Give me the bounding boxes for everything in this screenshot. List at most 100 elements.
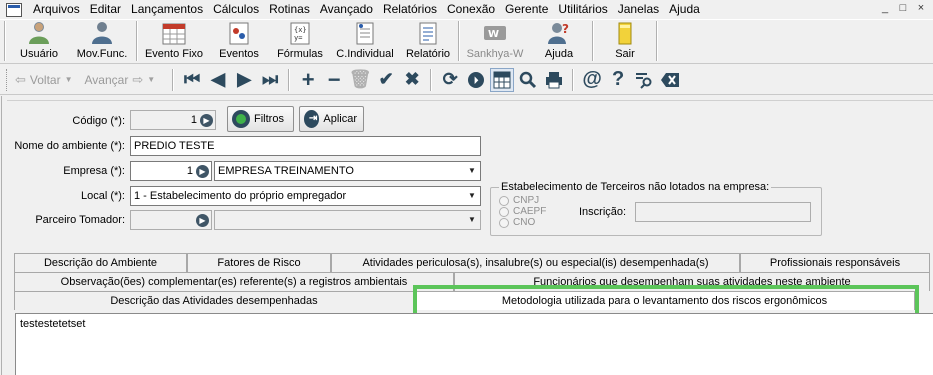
grid-view-icon[interactable] — [490, 67, 515, 92]
tab-profissionais-responsaveis[interactable]: Profissionais responsáveis — [740, 253, 930, 272]
menu-rotinas[interactable]: Rotinas — [264, 0, 315, 19]
menu-janelas[interactable]: Janelas — [613, 0, 664, 19]
toolbar-grip — [4, 21, 6, 61]
cancel-icon[interactable]: ✖ — [400, 68, 424, 92]
last-record-icon[interactable]: ⏭ — [258, 68, 282, 92]
app-icon[interactable] — [6, 2, 22, 17]
local-label: Local (*): — [80, 190, 125, 202]
chevron-down-icon[interactable]: ▼ — [464, 211, 480, 229]
tab-fatores-risco[interactable]: Fatores de Risco — [187, 253, 331, 272]
tab-descricao-atividades[interactable]: Descrição das Atividades desempenhadas — [14, 291, 414, 310]
employee-move-icon — [89, 21, 115, 45]
empresa-select[interactable]: EMPRESA TREINAMENTO ▼ — [214, 161, 481, 181]
aplicar-button[interactable]: ⇥ Aplicar — [299, 106, 364, 132]
window-controls: _ □ × — [877, 2, 929, 16]
print-icon[interactable] — [542, 68, 566, 92]
back-dropdown-icon[interactable]: ▼ — [65, 75, 73, 84]
menu-ajuda[interactable]: Ajuda — [664, 0, 705, 19]
restore-button[interactable]: □ — [895, 2, 911, 16]
evento-fixo-button[interactable]: Evento Fixo — [140, 20, 208, 63]
ajuda-button[interactable]: ? Ajuda — [528, 20, 590, 63]
mov-func-button[interactable]: Mov.Func. — [70, 20, 134, 63]
help-question-icon[interactable]: ? — [606, 68, 630, 92]
eventos-button[interactable]: Eventos — [208, 20, 270, 63]
next-record-icon[interactable]: ▶ — [232, 68, 256, 92]
tab-descricao-ambiente[interactable]: Descrição do Ambiente — [14, 253, 187, 272]
delete-icon[interactable]: 🗑 — [348, 68, 372, 92]
minimize-button[interactable]: _ — [877, 2, 893, 16]
help-icon: ? — [546, 21, 572, 45]
usuario-button[interactable]: Usuário — [8, 20, 70, 63]
codigo-lookup-icon[interactable]: ▶ — [200, 114, 213, 127]
terceiros-title: Estabelecimento de Terceiros não lotados… — [499, 181, 772, 193]
toolbar-separator — [430, 68, 433, 91]
codigo-label: Código (*): — [72, 115, 125, 127]
sankhya-w-button[interactable]: W Sankhya-W — [462, 20, 528, 63]
close-button[interactable]: × — [913, 2, 929, 16]
empresa-lookup-icon[interactable]: ▶ — [196, 165, 209, 178]
formulas-button[interactable]: {x} y= Fórmulas — [270, 20, 330, 63]
toolbar-separator — [572, 68, 575, 91]
menu-lancamentos[interactable]: Lançamentos — [126, 0, 208, 19]
filter-search-icon[interactable] — [632, 68, 656, 92]
events-icon — [226, 21, 252, 45]
sair-label: Sair — [615, 48, 635, 60]
menu-bar: Arquivos Editar Lançamentos Cálculos Rot… — [0, 0, 933, 19]
menu-relatorios[interactable]: Relatórios — [378, 0, 442, 19]
calendar-icon — [161, 21, 187, 45]
toolbar-separator — [656, 21, 658, 61]
add-icon[interactable]: + — [296, 67, 320, 92]
menu-conexao[interactable]: Conexão — [442, 0, 500, 19]
local-select[interactable]: 1 - Estabelecimento do próprio empregado… — [130, 186, 481, 206]
chevron-down-icon[interactable]: ▼ — [464, 187, 480, 205]
toolbar-separator — [172, 68, 175, 91]
forward-dropdown-icon[interactable]: ▼ — [147, 75, 155, 84]
radio-cnpj[interactable]: CNPJ — [499, 195, 539, 206]
radio-cno[interactable]: CNO — [499, 217, 535, 228]
empresa-label: Empresa (*): — [63, 165, 125, 177]
first-record-icon[interactable]: ⏮ — [180, 68, 204, 92]
chevron-down-icon[interactable]: ▼ — [464, 162, 480, 180]
nome-ambiente-input[interactable]: PREDIO TESTE — [130, 136, 481, 156]
relatorio-label: Relatório — [405, 48, 451, 60]
c-individual-button[interactable]: C.Individual — [330, 20, 400, 63]
sair-button[interactable]: Sair — [596, 20, 654, 63]
radio-cno-label: CNO — [513, 217, 536, 228]
relatorio-button[interactable]: Relatório — [400, 20, 456, 63]
menu-utilitarios[interactable]: Utilitários — [553, 0, 612, 19]
lookup-icon[interactable]: ⏵ — [464, 68, 488, 92]
confirm-icon[interactable]: ✔ — [374, 68, 398, 92]
tab-observacoes[interactable]: Observação(ões) complementar(es) referen… — [14, 272, 454, 291]
remove-icon[interactable]: − — [322, 67, 346, 92]
menu-arquivos[interactable]: Arquivos — [28, 0, 85, 19]
inscricao-label: Inscrição: — [579, 206, 627, 218]
back-button[interactable]: ⇦ Voltar ▼ — [15, 72, 77, 88]
filtros-button[interactable]: Filtros — [227, 106, 294, 132]
email-icon[interactable]: @ — [580, 68, 604, 92]
previous-record-icon[interactable]: ◀ — [206, 68, 230, 92]
radio-circle — [499, 217, 509, 228]
menu-calculos[interactable]: Cálculos — [208, 0, 264, 19]
sankhya-w-label: Sankhya-W — [466, 48, 524, 60]
parceiro-lookup-icon[interactable]: ▶ — [196, 214, 209, 227]
exit-icon — [612, 21, 638, 45]
tab-atividades-periculosas[interactable]: Atividades periculosa(s), insalubre(s) o… — [331, 253, 740, 272]
parceiro-select[interactable]: ▼ — [214, 210, 481, 230]
toolbar-separator — [592, 21, 594, 61]
sankhya-logo-icon: W — [482, 21, 508, 45]
inscricao-input[interactable] — [635, 202, 811, 222]
refresh-icon[interactable]: ⟳ — [438, 68, 462, 92]
forward-arrow-icon: ⇨ — [132, 71, 144, 87]
menu-gerente[interactable]: Gerente — [500, 0, 553, 19]
radio-caepf[interactable]: CAEPF — [499, 206, 546, 217]
menu-editar[interactable]: Editar — [85, 0, 126, 19]
menu-avancado[interactable]: Avançado — [315, 0, 378, 19]
search-icon[interactable] — [516, 68, 540, 92]
forward-label: Avançar — [84, 72, 129, 87]
metodologia-textarea[interactable]: testestetetset — [15, 313, 933, 375]
forward-button[interactable]: Avançar ⇨ ▼ — [85, 72, 160, 88]
c-individual-label: C.Individual — [336, 48, 394, 60]
report-icon — [415, 21, 441, 45]
svg-text:W: W — [488, 29, 499, 40]
close-record-icon[interactable] — [658, 68, 682, 92]
